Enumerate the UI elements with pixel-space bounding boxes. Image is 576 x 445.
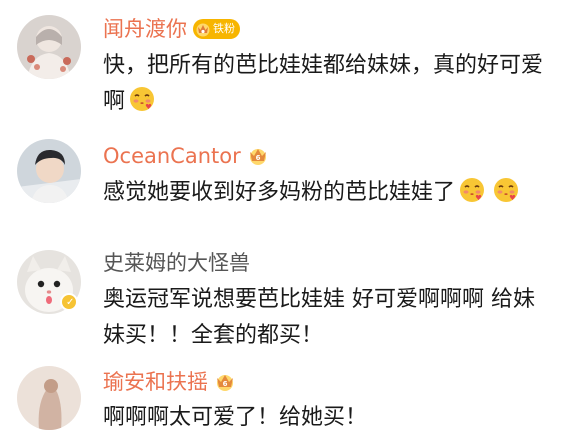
svg-text:6: 6 xyxy=(255,154,260,162)
name-row: OceanCantor 6 xyxy=(103,141,269,171)
comment-list: 闻舟渡你 铁粉 快，把所有的芭比娃娃都给妹妹，真的好可爱 啊 OceanCant… xyxy=(0,0,576,445)
name-row: 史莱姆的大怪兽 xyxy=(103,248,250,278)
comment-text-line: 快，把所有的芭比娃娃都给妹妹，真的好可爱 xyxy=(103,53,544,78)
name-row: 瑜安和扶摇 6 xyxy=(103,367,236,397)
comment-text: 感觉她要收到好多妈粉的芭比娃娃了 xyxy=(103,175,571,211)
kissing-face-emoji xyxy=(459,177,485,203)
avatar[interactable] xyxy=(17,15,81,79)
crown-icon xyxy=(196,23,210,37)
fan-badge: 铁粉 xyxy=(193,19,240,39)
name-row: 闻舟渡你 铁粉 xyxy=(103,14,240,44)
comment-text-segment: 感觉她要收到好多妈粉的芭比娃娃了 xyxy=(103,180,456,205)
comment-text-line: 感觉她要收到好多妈粉的芭比娃娃了 xyxy=(103,175,571,211)
comment-text-line: 啊啊啊太可爱了！给她买！ xyxy=(103,405,368,430)
verified-badge: ✓ xyxy=(60,293,78,311)
kissing-face-emoji xyxy=(129,86,155,112)
crown-icon: 6 xyxy=(217,375,233,391)
fan-badge-label: 铁粉 xyxy=(213,22,235,35)
comment-text-line: 妹买！！全套的都买！ xyxy=(103,323,324,348)
crown-icon: 6 xyxy=(249,149,266,165)
comment-text: 快，把所有的芭比娃娃都给妹妹，真的好可爱 啊 xyxy=(103,48,571,120)
kissing-face-emoji xyxy=(493,177,519,203)
username[interactable]: OceanCantor xyxy=(103,141,241,171)
username[interactable]: 闻舟渡你 xyxy=(103,14,187,44)
username[interactable]: 瑜安和扶摇 xyxy=(103,367,208,397)
check-icon: ✓ xyxy=(66,297,75,308)
avatar[interactable] xyxy=(17,366,81,430)
comment-text-line: 奥运冠军说想要芭比娃娃 好可爱啊啊啊 给妹 xyxy=(103,287,535,312)
username[interactable]: 史莱姆的大怪兽 xyxy=(103,248,250,278)
avatar[interactable] xyxy=(17,139,81,203)
comment-text: 啊啊啊太可爱了！给她买！ xyxy=(103,400,571,436)
comment-text: 奥运冠军说想要芭比娃娃 好可爱啊啊啊 给妹 妹买！！全套的都买！ xyxy=(103,282,571,354)
comment-text-line: 啊 xyxy=(103,84,571,120)
svg-text:6: 6 xyxy=(223,380,228,388)
comment-text-segment: 啊 xyxy=(103,89,126,114)
